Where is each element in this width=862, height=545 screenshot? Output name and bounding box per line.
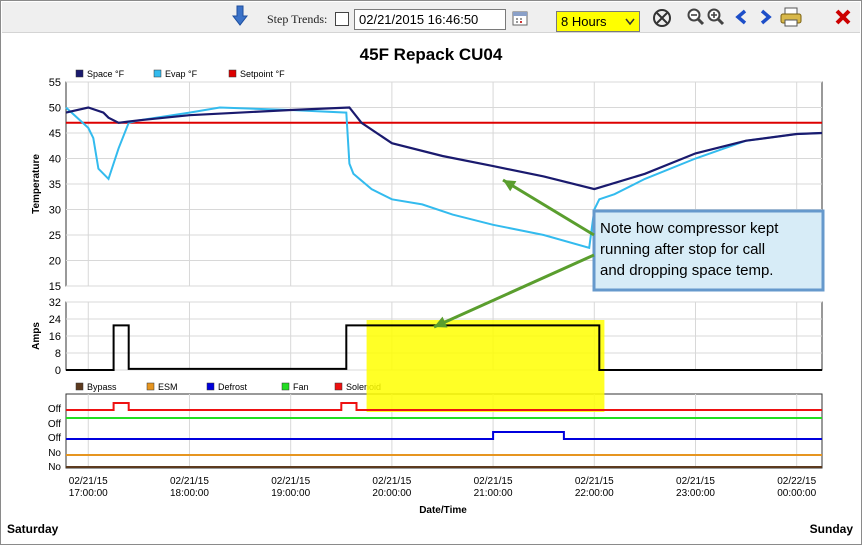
amps-axis-label: Amps bbox=[31, 322, 42, 350]
x-tick-date: 02/21/15 bbox=[170, 476, 209, 487]
digital-legend-label-2: Defrost bbox=[218, 382, 248, 392]
x-tick-date: 02/22/15 bbox=[777, 476, 816, 487]
chart-title: 45F Repack CU04 bbox=[360, 45, 503, 64]
temp-tick-label: 55 bbox=[49, 77, 61, 89]
day-label-left: Saturday bbox=[7, 522, 59, 536]
legend-swatch-0 bbox=[75, 69, 84, 78]
x-tick-date: 02/21/15 bbox=[575, 476, 614, 487]
digital-legend-label-0: Bypass bbox=[87, 382, 117, 392]
x-tick-date: 02/21/15 bbox=[676, 476, 715, 487]
digital-row-label: Off bbox=[48, 433, 61, 444]
amps-tick-label: 16 bbox=[49, 331, 61, 343]
temp-tick-label: 15 bbox=[49, 281, 61, 293]
digital-row-label: No bbox=[48, 448, 61, 459]
temp-tick-label: 30 bbox=[49, 205, 61, 217]
temperature-axis-label: Temperature bbox=[31, 154, 42, 214]
digital-row-label: Off bbox=[48, 419, 61, 430]
amps-tick-label: 24 bbox=[49, 314, 61, 326]
x-tick-time: 23:00:00 bbox=[676, 488, 715, 499]
x-tick-time: 22:00:00 bbox=[575, 488, 614, 499]
digital-legend-label-1: ESM bbox=[158, 382, 178, 392]
amps-tick-label: 32 bbox=[49, 297, 61, 309]
temp-tick-label: 20 bbox=[49, 256, 61, 268]
trend-chart: 45F Repack CU04 Space °F Evap °F Setpoint °… bbox=[31, 45, 825, 516]
digital-legend-swatch-0 bbox=[75, 382, 84, 391]
digital-row-label: Off bbox=[48, 404, 61, 415]
amps-tick-label: 8 bbox=[55, 348, 61, 360]
legend-swatch-2 bbox=[228, 69, 237, 78]
annotation-text-line: and dropping space temp. bbox=[600, 262, 773, 279]
legend-label-2: Setpoint °F bbox=[240, 69, 285, 79]
temp-tick-label: 25 bbox=[49, 230, 61, 242]
temp-tick-label: 40 bbox=[49, 154, 61, 166]
legend-label-0: Space °F bbox=[87, 69, 125, 79]
x-tick-date: 02/21/15 bbox=[372, 476, 411, 487]
day-label-right: Sunday bbox=[809, 522, 853, 536]
legend-swatch-1 bbox=[153, 69, 162, 78]
x-tick-date: 02/21/15 bbox=[69, 476, 108, 487]
annotation-text-line: Note how compressor kept bbox=[600, 220, 779, 237]
digital-row-label: No bbox=[48, 462, 61, 473]
temp-tick-label: 35 bbox=[49, 179, 61, 191]
x-tick-date: 02/21/15 bbox=[474, 476, 513, 487]
digital-legend-swatch-4 bbox=[334, 382, 343, 391]
x-axis-label: Date/Time bbox=[419, 505, 467, 516]
x-tick-time: 19:00:00 bbox=[271, 488, 310, 499]
x-tick-time: 20:00:00 bbox=[372, 488, 411, 499]
x-tick-time: 17:00:00 bbox=[69, 488, 108, 499]
amps-tick-label: 0 bbox=[55, 365, 61, 377]
digital-legend-swatch-3 bbox=[281, 382, 290, 391]
digital-legend-swatch-2 bbox=[206, 382, 215, 391]
legend-label-1: Evap °F bbox=[165, 69, 198, 79]
highlight-band bbox=[366, 320, 605, 412]
x-tick-time: 00:00:00 bbox=[777, 488, 816, 499]
x-tick-time: 18:00:00 bbox=[170, 488, 209, 499]
x-tick-date: 02/21/15 bbox=[271, 476, 310, 487]
temp-tick-label: 45 bbox=[49, 128, 61, 140]
annotation-text-line: running after stop for call bbox=[600, 241, 765, 258]
temp-tick-label: 50 bbox=[49, 103, 61, 115]
digital-legend-swatch-1 bbox=[146, 382, 155, 391]
digital-legend-label-3: Fan bbox=[293, 382, 309, 392]
x-tick-time: 21:00:00 bbox=[474, 488, 513, 499]
